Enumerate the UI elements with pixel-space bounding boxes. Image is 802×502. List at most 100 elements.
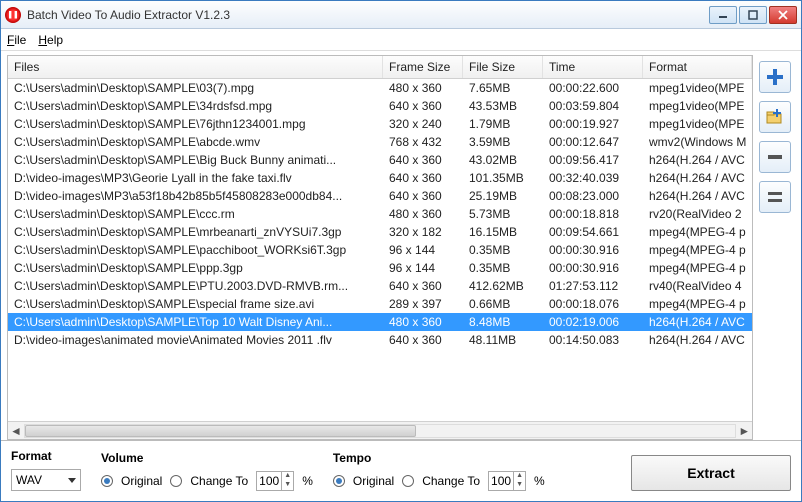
extract-button[interactable]: Extract: [631, 455, 791, 491]
menubar: File Help: [1, 29, 801, 51]
volume-change-radio[interactable]: [170, 475, 182, 487]
cell: 00:09:56.417: [543, 152, 643, 168]
spin-up-icon[interactable]: ▲: [281, 472, 293, 481]
cell: 0.66MB: [463, 296, 543, 312]
spin-down-icon[interactable]: ▼: [281, 481, 293, 490]
cell: wmv2(Windows M: [643, 134, 752, 150]
spin-down-icon[interactable]: ▼: [513, 481, 525, 490]
cell: h264(H.264 / AVC: [643, 188, 752, 204]
horizontal-scrollbar[interactable]: ◄ ►: [8, 421, 752, 439]
cell: C:\Users\admin\Desktop\SAMPLE\Top 10 Wal…: [8, 314, 383, 330]
add-file-button[interactable]: [759, 61, 791, 93]
scroll-left-arrow[interactable]: ◄: [8, 423, 24, 439]
format-group: Format WAV: [11, 449, 81, 491]
cell: h264(H.264 / AVC: [643, 152, 752, 168]
cell: mpeg4(MPEG-4 p: [643, 224, 752, 240]
col-time[interactable]: Time: [543, 56, 643, 78]
table-row[interactable]: C:\Users\admin\Desktop\SAMPLE\34rdsfsd.m…: [8, 97, 752, 115]
cell: mpeg1video(MPE: [643, 116, 752, 132]
table-row[interactable]: D:\video-images\MP3\a53f18b42b85b5f45808…: [8, 187, 752, 205]
table-row[interactable]: D:\video-images\animated movie\Animated …: [8, 331, 752, 349]
format-value: WAV: [16, 473, 42, 487]
maximize-button[interactable]: [739, 6, 767, 24]
table-body: C:\Users\admin\Desktop\SAMPLE\03(7).mpg4…: [8, 79, 752, 421]
table-row[interactable]: C:\Users\admin\Desktop\SAMPLE\ccc.rm480 …: [8, 205, 752, 223]
table-row[interactable]: C:\Users\admin\Desktop\SAMPLE\76jthn1234…: [8, 115, 752, 133]
scroll-thumb[interactable]: [25, 425, 416, 437]
file-table: Files Frame Size File Size Time Format C…: [7, 55, 753, 440]
table-row[interactable]: C:\Users\admin\Desktop\SAMPLE\abcde.wmv7…: [8, 133, 752, 151]
close-button[interactable]: [769, 6, 797, 24]
cell: 00:00:19.927: [543, 116, 643, 132]
volume-original-radio[interactable]: [101, 475, 113, 487]
cell: h264(H.264 / AVC: [643, 332, 752, 348]
cell: C:\Users\admin\Desktop\SAMPLE\mrbeanarti…: [8, 224, 383, 240]
tempo-change-label: Change To: [422, 474, 480, 488]
cell: C:\Users\admin\Desktop\SAMPLE\76jthn1234…: [8, 116, 383, 132]
cell: 480 x 360: [383, 80, 463, 96]
cell: 7.65MB: [463, 80, 543, 96]
table-row[interactable]: C:\Users\admin\Desktop\SAMPLE\Top 10 Wal…: [8, 313, 752, 331]
cell: h264(H.264 / AVC: [643, 314, 752, 330]
cell: D:\video-images\MP3\a53f18b42b85b5f45808…: [8, 188, 383, 204]
table-row[interactable]: C:\Users\admin\Desktop\SAMPLE\PTU.2003.D…: [8, 277, 752, 295]
col-frame[interactable]: Frame Size: [383, 56, 463, 78]
cell: rv20(RealVideo 2: [643, 206, 752, 222]
minimize-button[interactable]: [709, 6, 737, 24]
tempo-percent: %: [534, 474, 545, 488]
cell: 289 x 397: [383, 296, 463, 312]
tempo-change-radio[interactable]: [402, 475, 414, 487]
cell: mpeg4(MPEG-4 p: [643, 260, 752, 276]
spin-up-icon[interactable]: ▲: [513, 472, 525, 481]
table-row[interactable]: C:\Users\admin\Desktop\SAMPLE\03(7).mpg4…: [8, 79, 752, 97]
titlebar: Batch Video To Audio Extractor V1.2.3: [1, 1, 801, 29]
tempo-group: Tempo Original Change To 100 ▲▼ %: [333, 451, 545, 491]
cell: mpeg4(MPEG-4 p: [643, 242, 752, 258]
cell: 00:00:18.818: [543, 206, 643, 222]
cell: 00:00:30.916: [543, 260, 643, 276]
cell: 640 x 360: [383, 332, 463, 348]
table-row[interactable]: C:\Users\admin\Desktop\SAMPLE\pacchiboot…: [8, 241, 752, 259]
cell: 640 x 360: [383, 152, 463, 168]
cell: 101.35MB: [463, 170, 543, 186]
cell: 320 x 240: [383, 116, 463, 132]
remove-button[interactable]: [759, 141, 791, 173]
clear-button[interactable]: [759, 181, 791, 213]
table-row[interactable]: C:\Users\admin\Desktop\SAMPLE\special fr…: [8, 295, 752, 313]
volume-spin[interactable]: 100 ▲▼: [256, 471, 294, 491]
col-size[interactable]: File Size: [463, 56, 543, 78]
cell: 16.15MB: [463, 224, 543, 240]
cell: rv40(RealVideo 4: [643, 278, 752, 294]
scroll-right-arrow[interactable]: ►: [736, 423, 752, 439]
cell: 96 x 144: [383, 242, 463, 258]
menu-file[interactable]: File: [7, 33, 26, 47]
cell: C:\Users\admin\Desktop\SAMPLE\abcde.wmv: [8, 134, 383, 150]
cell: 96 x 144: [383, 260, 463, 276]
cell: 0.35MB: [463, 260, 543, 276]
cell: 320 x 182: [383, 224, 463, 240]
cell: mpeg1video(MPE: [643, 98, 752, 114]
menu-help[interactable]: Help: [38, 33, 63, 47]
table-header: Files Frame Size File Size Time Format: [8, 56, 752, 79]
cell: D:\video-images\MP3\Georie Lyall in the …: [8, 170, 383, 186]
table-row[interactable]: C:\Users\admin\Desktop\SAMPLE\ppp.3gp96 …: [8, 259, 752, 277]
cell: 412.62MB: [463, 278, 543, 294]
table-row[interactable]: D:\video-images\MP3\Georie Lyall in the …: [8, 169, 752, 187]
tempo-original-label: Original: [353, 474, 394, 488]
tempo-spin[interactable]: 100 ▲▼: [488, 471, 526, 491]
cell: 768 x 432: [383, 134, 463, 150]
tempo-original-radio[interactable]: [333, 475, 345, 487]
cell: 48.11MB: [463, 332, 543, 348]
cell: mpeg1video(MPE: [643, 80, 752, 96]
cell: 00:03:59.804: [543, 98, 643, 114]
cell: 640 x 360: [383, 188, 463, 204]
add-folder-button[interactable]: [759, 101, 791, 133]
volume-original-label: Original: [121, 474, 162, 488]
table-row[interactable]: C:\Users\admin\Desktop\SAMPLE\mrbeanarti…: [8, 223, 752, 241]
col-format[interactable]: Format: [643, 56, 752, 78]
side-buttons: [759, 55, 795, 440]
table-row[interactable]: C:\Users\admin\Desktop\SAMPLE\Big Buck B…: [8, 151, 752, 169]
col-files[interactable]: Files: [8, 56, 383, 78]
format-select[interactable]: WAV: [11, 469, 81, 491]
cell: 0.35MB: [463, 242, 543, 258]
